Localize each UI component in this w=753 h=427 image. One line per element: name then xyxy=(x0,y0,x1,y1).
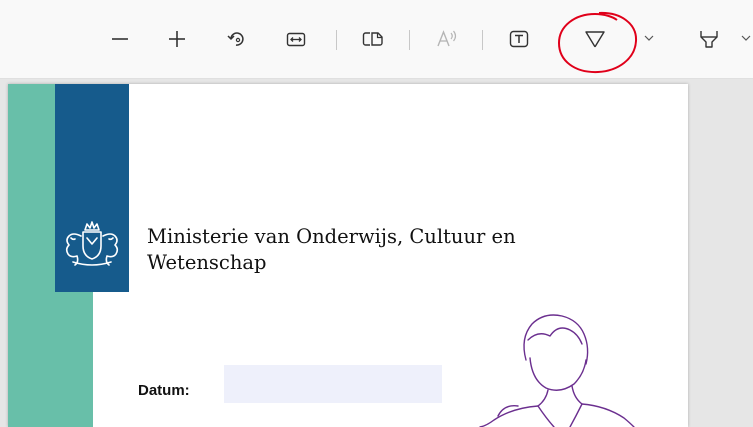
chevron-down-icon xyxy=(741,35,751,41)
highlight-button[interactable] xyxy=(692,22,726,56)
highlight-options-chevron[interactable] xyxy=(738,28,753,48)
ministry-name: Ministerie van Onderwijs, Cultuur en Wet… xyxy=(147,224,567,276)
document-page: Ministerie van Onderwijs, Cultuur en Wet… xyxy=(8,84,688,427)
fit-width-icon xyxy=(286,32,306,47)
zoom-out-button[interactable] xyxy=(103,22,137,56)
coat-of-arms-logo xyxy=(65,221,119,266)
read-aloud-icon xyxy=(437,30,457,47)
page-view-icon xyxy=(362,32,383,46)
draw-button[interactable] xyxy=(578,22,612,56)
draw-options-chevron[interactable] xyxy=(641,28,657,48)
minus-icon xyxy=(112,38,128,40)
plus-icon xyxy=(169,31,185,47)
highlighter-icon xyxy=(700,31,718,48)
read-aloud-button[interactable] xyxy=(430,22,464,56)
pdf-toolbar xyxy=(0,0,753,79)
ministry-name-line1: Ministerie van Onderwijs, Cultuur en xyxy=(147,225,516,248)
pen-icon xyxy=(585,31,605,48)
date-input-field[interactable] xyxy=(224,365,442,403)
page-view-button[interactable] xyxy=(356,22,390,56)
toolbar-separator xyxy=(336,30,337,50)
rotate-icon xyxy=(227,32,244,46)
fit-width-button[interactable] xyxy=(279,22,313,56)
zoom-in-button[interactable] xyxy=(160,22,194,56)
rotate-button[interactable] xyxy=(219,22,253,56)
add-text-button[interactable] xyxy=(502,22,536,56)
line-drawing-illustration xyxy=(479,314,635,427)
toolbar-separator xyxy=(409,30,410,50)
toolbar-separator xyxy=(482,30,483,50)
date-label: Datum: xyxy=(138,382,190,399)
ministry-name-line2: Wetenschap xyxy=(147,251,267,274)
text-box-icon xyxy=(509,30,529,48)
chevron-down-icon xyxy=(644,35,654,41)
